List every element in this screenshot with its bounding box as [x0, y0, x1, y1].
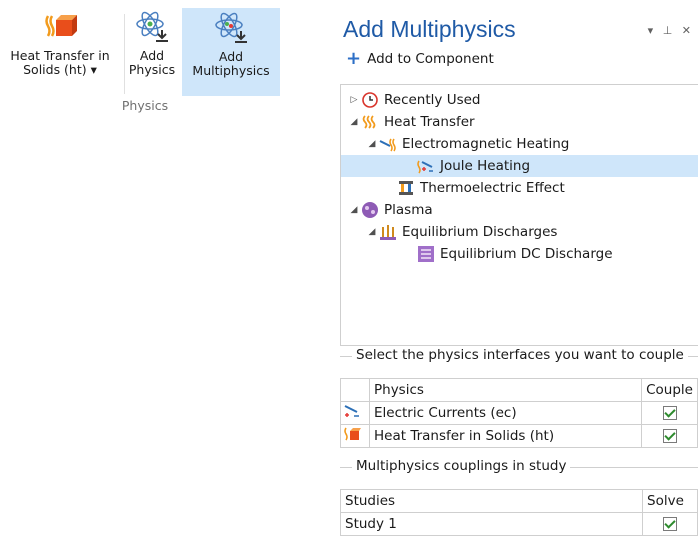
plasma-icon: [362, 202, 378, 218]
discharge-icon: [380, 225, 396, 240]
panel-window-controls[interactable]: ▾ ⊥ ✕: [648, 24, 694, 37]
joule-heating-icon: [417, 160, 433, 174]
ribbon-divider: [124, 14, 125, 94]
tree-item-electromagnetic-heating[interactable]: ◢ Electromagnetic Heating: [365, 133, 570, 155]
table-header-physics: Physics: [368, 378, 643, 402]
collapse-icon[interactable]: ◢: [365, 133, 379, 155]
add-multiphysics-button[interactable]: Add Multiphysics: [182, 8, 280, 96]
clock-icon: [362, 92, 378, 108]
table-cell-couple[interactable]: [641, 401, 698, 425]
table-header-couple: Couple: [641, 378, 698, 402]
add-multiphysics-panel: Add Multiphysics ▾ ⊥ ✕ + Add to Componen…: [340, 0, 698, 543]
tree-item-label: Thermoelectric Effect: [420, 180, 565, 196]
table-cell-icon: [340, 401, 370, 425]
table-header-row: Studies Solve: [340, 489, 698, 513]
couple-section-label: Select the physics interfaces you want t…: [352, 347, 688, 363]
panel-title: Add Multiphysics: [343, 16, 516, 42]
table-header-studies: Studies: [340, 489, 643, 513]
couple-checkbox[interactable]: [662, 429, 677, 443]
button-label-line1: Add: [218, 49, 244, 64]
table-row[interactable]: Electric Currents (ec): [340, 401, 698, 425]
button-label-line1: Heat Transfer in: [10, 48, 110, 63]
table-cell-physics: Heat Transfer in Solids (ht): [368, 424, 643, 448]
dc-discharge-icon: [418, 246, 434, 262]
table-cell-physics: Electric Currents (ec): [368, 401, 643, 425]
table-row[interactable]: Study 1: [340, 512, 698, 536]
tree-item-label: Equilibrium DC Discharge: [440, 246, 613, 262]
ribbon-group-label: Physics: [121, 98, 169, 113]
heat-icon: [362, 115, 376, 129]
add-to-component-label: Add to Component: [367, 51, 494, 67]
tree-item-plasma[interactable]: ◢ Plasma: [347, 199, 433, 221]
heat-transfer-solids-icon: [45, 15, 77, 37]
tree-item-label: Equilibrium Discharges: [402, 224, 558, 240]
table-row[interactable]: Heat Transfer in Solids (ht): [340, 424, 698, 448]
collapse-icon[interactable]: ◢: [347, 111, 361, 133]
heat-transfer-solids-icon: [344, 427, 361, 441]
button-label-line2: Solids (ht) ▾: [23, 62, 97, 77]
button-label-line2: Multiphysics: [192, 63, 270, 78]
tree-item-label: Plasma: [384, 202, 433, 218]
tree-item-equilibrium-discharges[interactable]: ◢ Equilibrium Discharges: [365, 221, 557, 243]
multiphysics-tree[interactable]: ▷ Recently Used ◢ Heat Transfer ◢ Electr…: [340, 84, 698, 346]
add-to-component-button[interactable]: + Add to Component: [346, 50, 494, 68]
tree-item-label: Electromagnetic Heating: [402, 136, 570, 152]
tree-item-label: Heat Transfer: [384, 114, 475, 130]
electric-currents-icon: [344, 405, 359, 417]
table-cell-study: Study 1: [340, 512, 643, 536]
collapse-icon[interactable]: ◢: [347, 199, 361, 221]
button-label-line1: Add: [139, 48, 165, 63]
add-multiphysics-icon: [215, 12, 247, 43]
table-header-row: Physics Couple: [340, 378, 698, 402]
tree-item-label: Joule Heating: [440, 158, 531, 174]
plus-icon: +: [346, 48, 362, 69]
tree-item-equilibrium-dc-discharge[interactable]: Equilibrium DC Discharge: [403, 243, 613, 265]
ribbon-physics-group: Heat Transfer in Solids (ht) ▾ Add Physi…: [0, 0, 290, 120]
solve-checkbox[interactable]: [663, 517, 677, 531]
table-cell-couple[interactable]: [641, 424, 698, 448]
tree-item-heat-transfer[interactable]: ◢ Heat Transfer: [347, 111, 475, 133]
expand-icon[interactable]: ▷: [347, 89, 361, 111]
add-physics-button[interactable]: Add Physics: [126, 8, 178, 94]
collapse-icon[interactable]: ◢: [365, 221, 379, 243]
table-cell-solve[interactable]: [642, 512, 698, 536]
couple-checkbox[interactable]: [662, 406, 677, 420]
heat-transfer-solids-button[interactable]: Heat Transfer in Solids (ht) ▾: [4, 8, 116, 94]
table-header-solve: Solve: [642, 489, 698, 513]
thermoelectric-icon: [399, 181, 413, 195]
tree-item-joule-heating[interactable]: Joule Heating: [341, 155, 698, 177]
tree-item-recently-used[interactable]: ▷ Recently Used: [347, 89, 481, 111]
add-physics-icon: [136, 11, 168, 42]
study-solve-table: Studies Solve Study 1: [340, 489, 698, 536]
table-cell-icon: [340, 424, 370, 448]
tree-item-thermoelectric-effect[interactable]: Thermoelectric Effect: [383, 177, 565, 199]
em-heating-icon: [379, 138, 396, 152]
tree-item-label: Recently Used: [384, 92, 481, 108]
button-label-line2: Physics: [128, 62, 176, 77]
table-header-icon-column: [340, 378, 370, 402]
physics-couple-table: Physics Couple Electric Currents (ec) He…: [340, 378, 698, 448]
study-section-label: Multiphysics couplings in study: [352, 458, 571, 474]
